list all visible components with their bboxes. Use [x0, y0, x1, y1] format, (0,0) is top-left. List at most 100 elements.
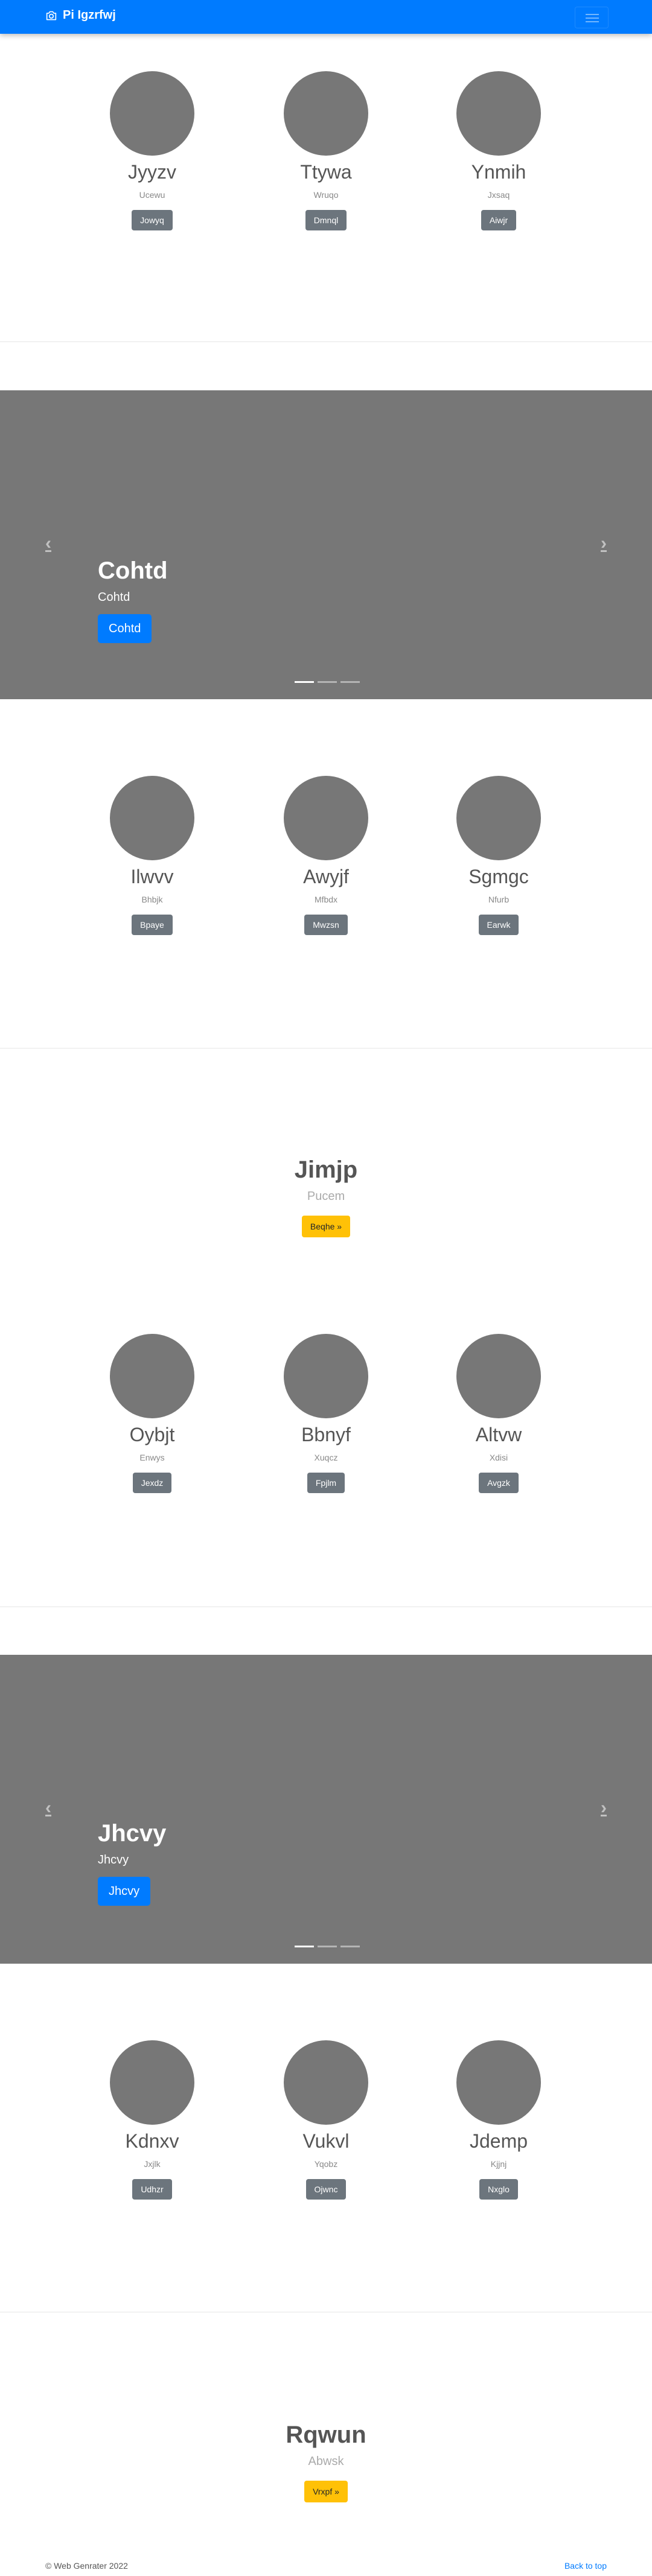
feature-card: Awyjf Mfbdx Mwzsn — [240, 776, 412, 935]
feature-text: Bhbjk — [141, 895, 163, 904]
jumbotron-button[interactable]: Beqhe » — [301, 1216, 351, 1237]
feature-button[interactable]: Bpaye — [132, 915, 173, 935]
feature-button[interactable]: Nxglo — [479, 2179, 518, 2200]
jumbotron-text: Pucem — [307, 1190, 345, 1203]
feature-title: Vukvl — [302, 2130, 350, 2152]
carousel-indicators — [295, 681, 360, 683]
feature-card: Kdnxv Jxjlk Udhzr — [66, 2040, 238, 2200]
carousel-indicators — [295, 1946, 360, 1947]
feature-card: Ynmih Jxsaq Aiwjr — [412, 71, 585, 230]
copyright-text: © Web Genrater 2022 — [45, 2561, 128, 2571]
carousel-indicator[interactable] — [340, 1946, 360, 1947]
hamburger-icon — [586, 14, 599, 15]
jumbotron: Jimjp Pucem Beqhe » — [0, 1155, 652, 1237]
feature-title: Oybjt — [129, 1424, 175, 1445]
navbar: Pi Igzrfwj — [0, 0, 652, 34]
carousel: ‹ › Cohtd Cohtd Cohtd — [0, 390, 652, 699]
feature-card: Sgmgc Nfurb Earwk — [412, 776, 585, 935]
jumbotron: Rqwun Abwsk Vrxpf » — [0, 2420, 652, 2502]
feature-button[interactable]: Earwk — [478, 915, 519, 935]
feature-image-placeholder — [110, 776, 194, 860]
feature-title: Awyjf — [303, 866, 349, 887]
camera-icon — [46, 11, 57, 20]
brand-link[interactable]: Pi Igzrfwj — [45, 8, 116, 22]
feature-image-placeholder — [284, 71, 368, 156]
feature-button[interactable]: Avgzk — [479, 1473, 519, 1493]
feature-image-placeholder — [284, 776, 368, 860]
carousel: ‹ › Jhcvy Jhcvy Jhcvy — [0, 1655, 652, 1964]
carousel-indicator[interactable] — [340, 681, 360, 683]
carousel-next-icon[interactable]: › — [592, 1796, 616, 1820]
feature-card: Vukvl Yqobz Ojwnc — [240, 2040, 412, 2200]
carousel-button[interactable]: Jhcvy — [98, 1877, 151, 1906]
carousel-indicator[interactable] — [295, 1946, 314, 1947]
feature-text: Jxsaq — [487, 190, 510, 200]
jumbotron-text: Abwsk — [308, 2455, 344, 2468]
jumbotron-button[interactable]: Vrxpf » — [304, 2481, 348, 2502]
feature-button[interactable]: Fpjlm — [307, 1473, 345, 1493]
brand-text: Pi Igzrfwj — [63, 8, 116, 22]
feature-title: Altvw — [475, 1424, 522, 1445]
feature-text: Xdisi — [489, 1453, 508, 1462]
feature-text: Nfurb — [488, 895, 510, 904]
feature-image-placeholder — [284, 2040, 368, 2125]
back-to-top-link[interactable]: Back to top — [564, 2561, 607, 2571]
carousel-text: Cohtd — [98, 591, 130, 604]
carousel-button[interactable]: Cohtd — [98, 614, 152, 643]
feature-text: Mfbdx — [314, 895, 338, 904]
feature-button[interactable]: Jowyq — [132, 210, 173, 230]
feature-title: Bbnyf — [301, 1424, 351, 1445]
feature-button[interactable]: Dmnql — [305, 210, 347, 230]
feature-card: Jdemp Kjjnj Nxglo — [412, 2040, 585, 2200]
section-divider — [0, 341, 652, 342]
carousel-indicator[interactable] — [318, 1946, 337, 1947]
carousel-text: Jhcvy — [98, 1853, 129, 1867]
feature-title: Jyyzv — [128, 161, 176, 183]
footer: © Web Genrater 2022 Back to top — [0, 2557, 652, 2576]
feature-button[interactable]: Aiwjr — [481, 210, 517, 230]
jumbotron-title: Rqwun — [286, 2422, 366, 2448]
feature-card: Ttywa Wruqo Dmnql — [240, 71, 412, 230]
hamburger-icon-bar — [586, 17, 599, 19]
carousel-caption: Jhcvy Jhcvy Jhcvy — [98, 1819, 166, 1906]
carousel-prev-icon[interactable]: ‹ — [36, 531, 60, 556]
carousel-indicator[interactable] — [295, 681, 314, 683]
feature-image-placeholder — [110, 2040, 194, 2125]
feature-image-placeholder — [456, 776, 541, 860]
feature-text: Jxjlk — [144, 2159, 161, 2169]
feature-text: Enwys — [139, 1453, 165, 1462]
carousel-indicator[interactable] — [318, 681, 337, 683]
carousel-caption: Cohtd Cohtd Cohtd — [98, 556, 168, 643]
feature-title: Jdemp — [469, 2130, 528, 2152]
feature-text: Ucewu — [139, 190, 165, 200]
feature-text: Yqobz — [314, 2159, 338, 2169]
feature-button[interactable]: Jexdz — [132, 1473, 172, 1493]
carousel-title: Cohtd — [98, 557, 168, 584]
feature-text: Kjjnj — [490, 2159, 507, 2169]
carousel-title: Jhcvy — [98, 1820, 167, 1847]
feature-button[interactable]: Ojwnc — [305, 2179, 347, 2200]
feature-image-placeholder — [456, 71, 541, 156]
feature-card: Bbnyf Xuqcz Fpjlm — [240, 1334, 412, 1493]
feature-card: Ilwvv Bhbjk Bpaye — [66, 776, 238, 935]
feature-image-placeholder — [456, 1334, 541, 1418]
feature-card: Oybjt Enwys Jexdz — [66, 1334, 238, 1493]
feature-image-placeholder — [110, 1334, 194, 1418]
carousel-prev-icon[interactable]: ‹ — [36, 1796, 60, 1820]
feature-title: Ynmih — [471, 161, 526, 183]
feature-text: Xuqcz — [314, 1453, 338, 1462]
feature-image-placeholder — [456, 2040, 541, 2125]
feature-title: Sgmgc — [468, 866, 529, 887]
jumbotron-title: Jimjp — [294, 1156, 358, 1183]
carousel-next-icon[interactable]: › — [592, 531, 616, 556]
feature-image-placeholder — [284, 1334, 368, 1418]
feature-button[interactable]: Mwzsn — [304, 915, 348, 935]
feature-image-placeholder — [110, 71, 194, 156]
feature-text: Wruqo — [313, 190, 339, 200]
feature-title: Ttywa — [300, 161, 352, 183]
feature-card: Jyyzv Ucewu Jowyq — [66, 71, 238, 230]
hamburger-icon-bar — [586, 21, 599, 22]
feature-button[interactable]: Udhzr — [132, 2179, 172, 2200]
navbar-toggle-button[interactable] — [575, 7, 609, 28]
page: Pi Igzrfwj Jyyzv Ucewu Jowyq Ttywa Wruqo… — [0, 0, 652, 2576]
